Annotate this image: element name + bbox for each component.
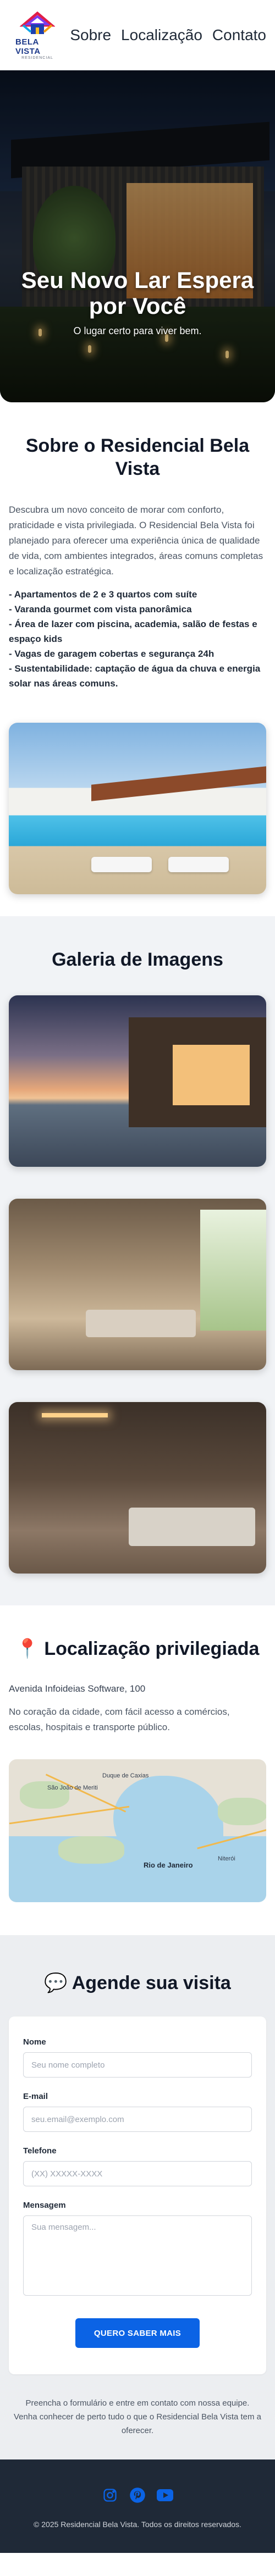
photo-lounger [91,857,152,872]
phone-field-group: Telefone [23,2146,252,2186]
instagram-icon[interactable] [102,2487,118,2503]
map-road [9,1805,130,1825]
message-textarea[interactable] [23,2215,252,2296]
location-map[interactable]: São João de Meriti Duque de Caxias Niter… [9,1759,266,1902]
nav-link-localizacao[interactable]: Localização [121,26,202,44]
nav-link-contato[interactable]: Contato [212,26,266,44]
photo-window [173,1045,250,1105]
phone-input[interactable] [23,2161,252,2186]
feature-item: - Apartamentos de 2 e 3 quartos com suít… [9,589,197,600]
feature-list: - Apartamentos de 2 e 3 quartos com suít… [9,587,266,691]
hero-banner: Seu Novo Lar Espera por Você O lugar cer… [0,70,275,402]
logo-text: BELA VISTA [15,37,41,56]
map-label: São João de Meriti [47,1785,98,1791]
hero-content: Seu Novo Lar Espera por Você O lugar cer… [0,267,275,337]
feature-item: - Área de lazer com piscina, academia, s… [9,619,257,644]
message-field-group: Mensagem [23,2201,252,2298]
gallery-title: Galeria de Imagens [52,949,223,970]
email-field-group: E-mail [23,2092,252,2132]
map-park [218,1798,266,1825]
logo[interactable]: BELA VISTA RESIDENCIAL [15,10,59,60]
logo-subtext: RESIDENCIAL [21,56,53,60]
main-nav: Sobre Localização Contato [70,26,266,44]
about-title: Sobre o Residencial Bela Vista [25,435,250,479]
location-title: 📍 Localização privilegiada [9,1637,266,1660]
name-field-group: Nome [23,2037,252,2078]
contact-title-text: Agende sua visita [72,1973,231,1993]
map-label: Niterói [218,1855,235,1862]
location-description: No coração da cidade, com fácil acesso a… [9,1707,230,1732]
photo-sofa [86,1310,196,1337]
pinterest-icon[interactable] [129,2487,146,2503]
map-park [58,1836,124,1864]
photo-lounger [168,857,229,872]
copyright: © 2025 Residencial Bela Vista. Todos os … [34,2520,241,2529]
name-input[interactable] [23,2052,252,2078]
submit-wrap: QUERO SABER MAIS [23,2318,252,2348]
photo-roof [91,766,266,801]
chat-icon: 💬 [44,1973,68,1993]
contact-form: Nome E-mail Telefone Mensagem QUERO SABE… [9,2017,266,2374]
photo-light [42,1413,108,1417]
photo-bed [129,1508,255,1546]
pin-icon: 📍 [15,1638,39,1659]
social-links [9,2487,266,2503]
site-footer: © 2025 Residencial Bela Vista. Todos os … [0,2459,275,2553]
email-input[interactable] [23,2107,252,2132]
feature-item: - Vagas de garagem cobertas e segurança … [9,649,215,659]
email-label: E-mail [23,2092,48,2101]
photo-window [200,1210,266,1331]
contact-title: 💬 Agende sua visita [9,1971,266,1995]
hero-subtitle: O lugar certo para viver bem. [73,325,202,336]
hero-overlay [0,70,275,402]
contact-section: 💬 Agende sua visita Nome E-mail Telefone… [0,1935,275,2459]
logo-house-icon [20,11,55,34]
feature-item: - Varanda gourmet com vista panorâmica [9,604,192,614]
site-header: BELA VISTA RESIDENCIAL Sobre Localização… [0,0,275,70]
address: Avenida Infoideias Software, 100 [9,1683,146,1694]
gallery-image-living-room[interactable] [9,1199,266,1370]
youtube-icon[interactable] [157,2487,173,2503]
feature-item: - Sustentabilidade: captação de água da … [9,663,261,689]
about-pool-photo [9,723,266,894]
location-title-text: Localização privilegiada [44,1638,260,1659]
phone-label: Telefone [23,2146,57,2156]
location-section: 📍 Localização privilegiada Avenida Infoi… [0,1605,275,1935]
submit-button[interactable]: QUERO SABER MAIS [75,2318,200,2348]
gallery-image-bedroom[interactable] [9,1402,266,1574]
message-label: Mensagem [23,2201,66,2210]
about-paragraph: Descubra um novo conceito de morar com c… [9,505,263,577]
about-section: Sobre o Residencial Bela Vista Descubra … [0,402,275,916]
gallery-section: Galeria de Imagens [0,916,275,1605]
map-city-label: Rio de Janeiro [144,1861,193,1869]
nav-link-sobre[interactable]: Sobre [70,26,111,44]
hero-title: Seu Novo Lar Espera por Você [21,267,254,319]
name-label: Nome [23,2037,46,2047]
contact-note: Preencha o formulário e entre em contato… [13,2398,262,2435]
gallery-image-exterior[interactable] [9,995,266,1167]
map-label: Duque de Caxias [102,1772,149,1779]
